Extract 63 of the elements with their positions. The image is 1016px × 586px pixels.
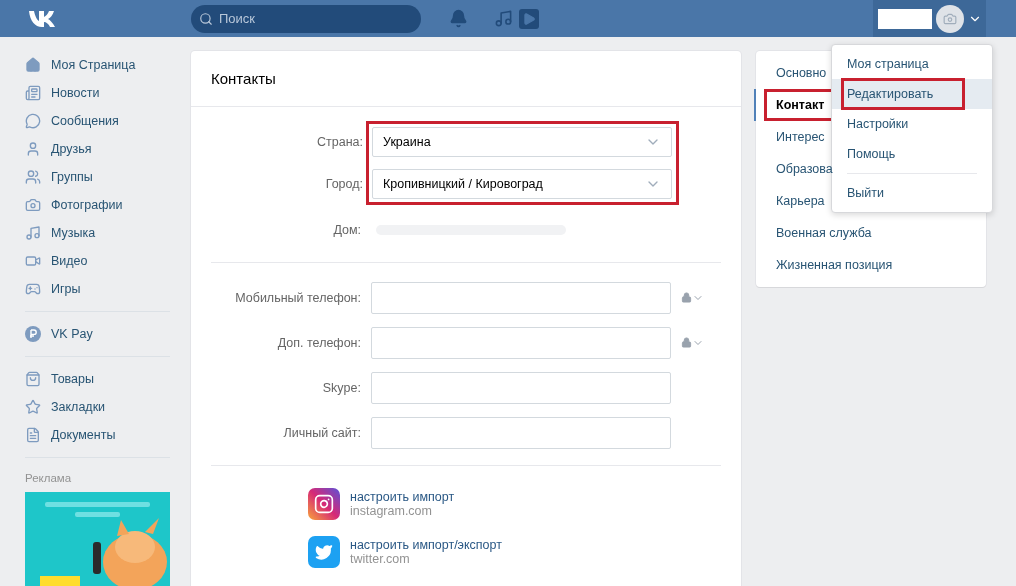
site-name: instagram.com <box>350 504 433 518</box>
nav-icon <box>25 85 41 101</box>
search-icon <box>199 11 213 26</box>
sidebar-item[interactable]: Товары <box>25 365 170 393</box>
music-icon[interactable] <box>494 9 513 28</box>
nav-icon <box>25 169 41 185</box>
dropdown-select[interactable]: Кропивницкий / Кировоград <box>372 169 672 199</box>
site-name: twitter.com <box>350 552 411 566</box>
dropdown-item[interactable]: Моя страница <box>832 49 992 79</box>
nav-icon <box>25 113 41 129</box>
dropdown-select[interactable]: Украина <box>372 127 672 157</box>
privacy-lock-icon[interactable] <box>681 336 704 349</box>
privacy-lock-icon[interactable] <box>681 291 704 304</box>
sidebar-item[interactable]: VK Pay <box>25 320 170 348</box>
section-title: Контакты <box>191 51 741 107</box>
field-label: Страна: <box>317 135 363 149</box>
sidebar-item[interactable]: Сообщения <box>25 107 170 135</box>
bird-logo-icon <box>308 536 340 568</box>
dropdown-item[interactable]: Выйти <box>832 178 992 208</box>
nav-icon <box>25 427 41 443</box>
sidebar-item[interactable]: Видео <box>25 247 170 275</box>
import-link[interactable]: настроить импорт <box>350 490 455 504</box>
profile-menu-button[interactable] <box>873 0 986 37</box>
field-label: Дом: <box>332 222 362 237</box>
sidebar-item[interactable]: Новости <box>25 79 170 107</box>
field-label: Город: <box>325 177 363 191</box>
dropdown-item[interactable]: Настройки <box>832 109 992 139</box>
field-label: Skype: <box>321 380 362 395</box>
avatar <box>936 4 964 33</box>
nav-icon <box>25 225 41 241</box>
input-field[interactable] <box>371 416 671 449</box>
sidebar-item[interactable]: Друзья <box>25 135 170 163</box>
ad-label: Реклама <box>25 472 73 484</box>
nav-icon <box>25 371 41 387</box>
field-label: Доп. телефон: <box>276 335 362 350</box>
play-icon[interactable] <box>519 8 539 29</box>
settings-menu-item[interactable]: Военная служба <box>754 217 986 249</box>
dropdown-item[interactable]: Редактировать <box>832 79 992 109</box>
input-field[interactable] <box>371 326 671 359</box>
camera-logo-icon <box>308 488 340 520</box>
sidebar-item[interactable]: Группы <box>25 163 170 191</box>
sidebar-item[interactable]: Музыка <box>25 219 170 247</box>
coin-icon <box>25 326 41 342</box>
sidebar-item[interactable]: Фотографии <box>25 191 170 219</box>
input-field[interactable] <box>371 371 671 404</box>
import-link[interactable]: настроить импорт/экспорт <box>350 538 502 552</box>
sidebar-item[interactable]: Документы <box>25 421 170 449</box>
dropdown-item[interactable]: Помощь <box>832 139 992 169</box>
search-field[interactable]: Поиск <box>191 4 421 33</box>
nav-icon <box>25 399 41 415</box>
nav-icon <box>25 281 41 297</box>
sidebar-item[interactable]: Игры <box>25 275 170 303</box>
nav-icon <box>25 197 41 213</box>
sidebar-item[interactable]: Моя Страница <box>25 51 170 79</box>
nav-icon <box>25 253 41 269</box>
sidebar-item[interactable]: Закладки <box>25 393 170 421</box>
nav-icon <box>25 57 41 73</box>
input-field[interactable] <box>371 281 671 314</box>
field-label: Личный сайт: <box>282 425 362 440</box>
settings-menu-item[interactable]: Жизненная позиция <box>754 249 986 281</box>
field-label: Мобильный телефон: <box>234 290 362 305</box>
bell-icon[interactable] <box>449 9 468 28</box>
nav-icon <box>25 141 41 157</box>
